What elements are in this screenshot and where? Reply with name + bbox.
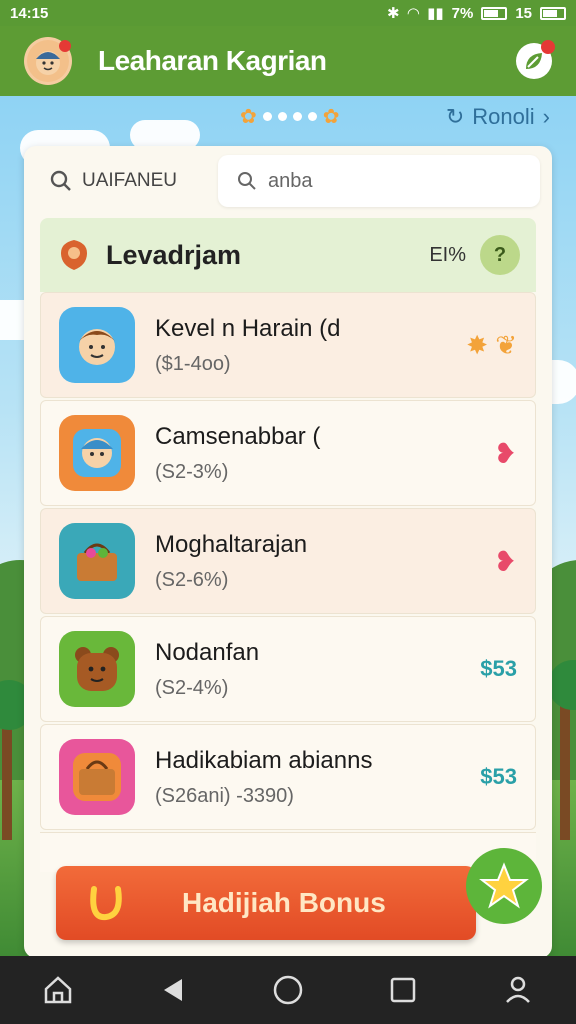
battery-percent: 7% — [451, 4, 474, 22]
home-button[interactable] — [36, 968, 80, 1012]
item-cost: $53 — [480, 764, 517, 789]
avatar[interactable] — [24, 37, 72, 85]
item-name: Nodanfan — [155, 638, 260, 666]
page-dot — [307, 112, 317, 121]
horseshoe-icon — [90, 886, 122, 921]
refresh-link[interactable]: ↻ Ronoli › — [446, 104, 550, 130]
level-header[interactable]: Levadrjam EI% ? — [40, 218, 536, 292]
star-icon — [479, 862, 529, 909]
item-thumbnail — [59, 523, 135, 599]
list-item[interactable]: Kevel n Harain (d ($1-4oo) ✸ ❦ — [40, 292, 536, 398]
leaf-icon — [526, 53, 542, 69]
home-icon — [44, 976, 71, 1004]
level-shield-icon — [61, 240, 87, 270]
status-bar: 14:15 ✱ ◠ ▮▮ 7% 15 — [0, 0, 576, 26]
flower-icon: ✿ — [240, 106, 257, 128]
app-title: Leaharan Kagrian — [98, 45, 327, 76]
item-list: Kevel n Harain (d ($1-4oo) ✸ ❦ Camsenabb… — [40, 292, 536, 832]
app-bar: Leaharan Kagrian — [0, 26, 576, 96]
bear-icon — [75, 647, 119, 691]
character-icon — [73, 429, 121, 477]
refresh-icon: ↻ — [445, 104, 465, 129]
filter-dropdown[interactable]: UAIFANEU — [48, 168, 218, 194]
basket-icon — [77, 543, 117, 581]
item-price: (S26ani) -3390) — [155, 784, 294, 807]
filter-label: UAIFANEU — [82, 170, 178, 191]
list-item[interactable]: Hadikabiam abianns (S26ani) -3390) $53 — [40, 724, 536, 830]
bluetooth-icon: ✱ — [386, 5, 400, 22]
circle-icon — [273, 975, 303, 1005]
status-clock-right: 15 — [515, 4, 532, 22]
item-thumbnail — [59, 739, 135, 815]
boy-avatar-icon — [79, 329, 115, 365]
page-dot — [277, 112, 287, 121]
wifi-icon: ◠ — [407, 5, 420, 22]
search-icon — [50, 170, 71, 191]
list-item[interactable]: Nodanfan (S2-4%) $53 — [40, 616, 536, 722]
page-dot — [262, 112, 272, 121]
heart-icon: ❥ — [493, 437, 517, 469]
magnifier-icon — [238, 172, 256, 190]
item-price: ($1-4oo) — [155, 352, 231, 375]
person-icon — [506, 976, 531, 1003]
recents-button[interactable] — [381, 968, 425, 1012]
home-circle-button[interactable] — [266, 968, 310, 1012]
heart-icon: ❥ — [493, 545, 517, 577]
item-cost: $53 — [480, 656, 517, 681]
item-thumbnail — [59, 307, 135, 383]
list-item[interactable]: Moghaltarajan (S2-6%) ❥ — [40, 508, 536, 614]
back-button[interactable] — [151, 968, 195, 1012]
notification-dot — [541, 40, 555, 54]
battery-icon-secondary — [540, 6, 566, 20]
level-title: Levadrjam — [106, 239, 242, 270]
battery-icon — [481, 6, 508, 20]
item-name: Camsenabbar ( — [155, 422, 321, 450]
back-triangle-icon — [163, 979, 182, 1001]
refresh-label: Ronoli — [472, 104, 535, 129]
notification-dot — [59, 40, 71, 52]
page-indicator[interactable]: ✿ ✿ — [240, 104, 340, 129]
level-percent: EI% — [429, 243, 466, 266]
item-thumbnail — [59, 415, 135, 491]
item-name: Kevel n Harain (d — [155, 314, 341, 342]
level-info-badge[interactable]: ? — [480, 235, 520, 275]
bonus-label: Hadijiah Bonus — [182, 887, 386, 918]
item-price: (S2-6%) — [155, 568, 229, 591]
list-item[interactable]: Camsenabbar ( (S2-3%) ❥ — [40, 400, 536, 506]
item-price: (S2-4%) — [155, 676, 229, 699]
square-icon — [390, 977, 416, 1003]
chevron-right-icon: › — [542, 104, 550, 129]
signal-icon: ▮▮ — [427, 5, 444, 22]
search-row: UAIFANEU anba — [24, 146, 552, 216]
page-dot — [292, 112, 302, 121]
system-nav-bar — [0, 956, 576, 1024]
search-placeholder: anba — [268, 169, 313, 192]
star-badge[interactable] — [466, 848, 542, 924]
search-input[interactable]: anba — [218, 155, 540, 207]
gift-box-icon — [73, 753, 121, 801]
item-thumbnail — [59, 631, 135, 707]
flower-icon: ✿ — [322, 106, 340, 128]
app-menu-button[interactable] — [516, 40, 555, 79]
profile-button[interactable] — [496, 968, 540, 1012]
status-time: 14:15 — [10, 4, 49, 22]
item-price: (S2-3%) — [155, 460, 229, 483]
bonus-button[interactable]: Hadijiah Bonus — [56, 866, 476, 940]
bird-icon: ✸ ❦ — [466, 329, 517, 360]
item-name: Moghaltarajan — [155, 530, 308, 558]
item-name: Hadikabiam abianns — [155, 746, 373, 774]
